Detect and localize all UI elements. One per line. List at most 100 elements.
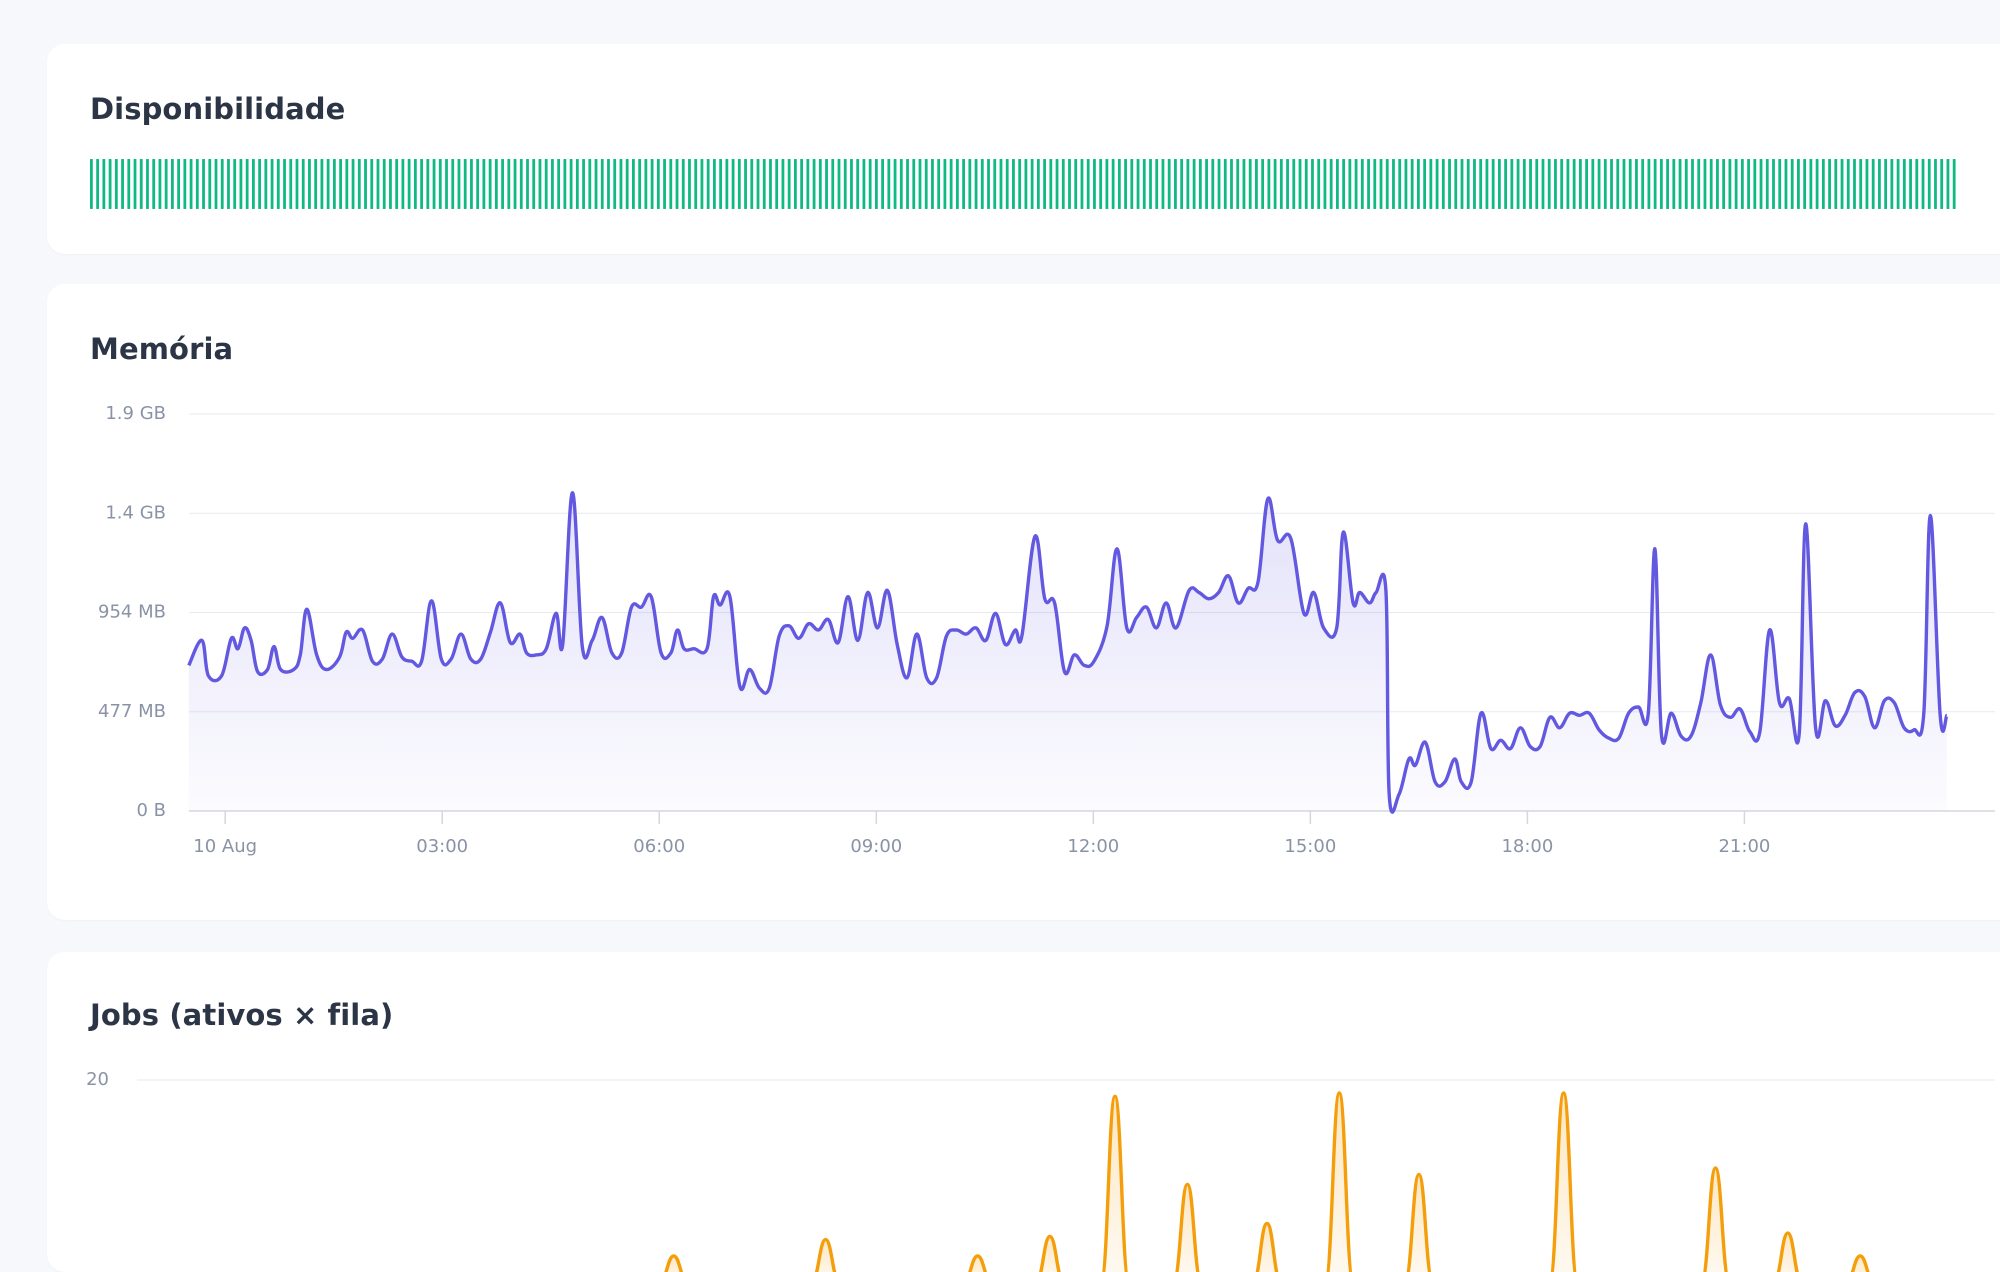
availability-bar: [377, 159, 380, 209]
availability-bar: [1361, 159, 1364, 209]
availability-bar: [383, 159, 386, 209]
availability-bar: [1037, 159, 1040, 209]
availability-bar: [439, 159, 442, 209]
availability-bar: [1697, 159, 1700, 209]
availability-bar: [277, 159, 280, 209]
availability-bar: [1211, 159, 1214, 209]
availability-bar: [364, 159, 367, 209]
availability-bar: [501, 159, 504, 209]
availability-bar: [1947, 159, 1950, 209]
availability-bar: [1704, 159, 1707, 209]
availability-bar: [1510, 159, 1513, 209]
availability-bar: [906, 159, 909, 209]
availability-bar: [1591, 159, 1594, 209]
availability-bar: [1629, 159, 1632, 209]
memory-card: Memória 0 B477 MB954 MB1.4 GB1.9 GB10 Au…: [47, 284, 2000, 920]
availability-bar: [121, 159, 124, 209]
availability-bar: [887, 159, 890, 209]
availability-bar: [1716, 159, 1719, 209]
availability-bar: [1585, 159, 1588, 209]
availability-bar: [1598, 159, 1601, 209]
availability-bar: [1866, 159, 1869, 209]
availability-bar: [402, 159, 405, 209]
availability-bar: [682, 159, 685, 209]
availability-bar: [1542, 159, 1545, 209]
availability-bar: [1429, 159, 1432, 209]
availability-bar: [140, 159, 143, 209]
availability-bar: [1292, 159, 1295, 209]
availability-bar: [1753, 159, 1756, 209]
availability-bar: [1672, 159, 1675, 209]
availability-bars: [47, 44, 2000, 254]
availability-bar: [1847, 159, 1850, 209]
availability-bar: [1274, 159, 1277, 209]
availability-bar: [1772, 159, 1775, 209]
availability-bar: [1025, 159, 1028, 209]
availability-bar: [794, 159, 797, 209]
availability-bar: [1062, 159, 1065, 209]
availability-bar: [1922, 159, 1925, 209]
availability-bar: [813, 159, 816, 209]
availability-bar: [1454, 159, 1457, 209]
availability-bar: [1392, 159, 1395, 209]
availability-bar: [1747, 159, 1750, 209]
availability-bar: [495, 159, 498, 209]
memory-x-tick-label: 12:00: [1067, 836, 1119, 857]
availability-bar: [1710, 159, 1713, 209]
availability-bar: [339, 159, 342, 209]
memory-y-tick-label: 477 MB: [98, 701, 166, 722]
availability-bar: [1081, 159, 1084, 209]
availability-bar: [102, 159, 105, 209]
availability-bar: [1529, 159, 1532, 209]
availability-bar: [1255, 159, 1258, 209]
availability-bar: [595, 159, 598, 209]
availability-bar: [240, 159, 243, 209]
availability-bar: [482, 159, 485, 209]
jobs-peak-area: [660, 1256, 688, 1272]
availability-bar: [701, 159, 704, 209]
memory-x-tick-label: 18:00: [1501, 836, 1553, 857]
availability-bar: [433, 159, 436, 209]
availability-bar: [127, 159, 130, 209]
memory-y-tick-label: 1.4 GB: [105, 502, 166, 523]
memory-x-tick-label: 10 Aug: [193, 836, 257, 857]
jobs-y-tick-label: 20: [86, 1069, 109, 1090]
availability-bar: [1193, 159, 1196, 209]
availability-bar: [651, 159, 654, 209]
availability-bar: [620, 159, 623, 209]
memory-y-tick-label: 0 B: [136, 800, 166, 821]
availability-bar: [919, 159, 922, 209]
availability-bar: [526, 159, 529, 209]
jobs-peak-area: [812, 1240, 840, 1272]
availability-bar: [931, 159, 934, 209]
availability-bar: [1523, 159, 1526, 209]
availability-bar: [1940, 159, 1943, 209]
availability-bar: [551, 159, 554, 209]
availability-bar: [1342, 159, 1345, 209]
availability-bar: [183, 159, 186, 209]
availability-bar: [1168, 159, 1171, 209]
availability-bar: [1012, 159, 1015, 209]
availability-bar: [314, 159, 317, 209]
availability-bar: [1056, 159, 1059, 209]
availability-bar: [1124, 159, 1127, 209]
availability-bar: [152, 159, 155, 209]
availability-bar: [1049, 159, 1052, 209]
availability-bar: [445, 159, 448, 209]
availability-bar: [1934, 159, 1937, 209]
memory-x-tick-label: 15:00: [1284, 836, 1336, 857]
availability-bar: [1473, 159, 1476, 209]
availability-bar: [900, 159, 903, 209]
availability-bar: [1243, 159, 1246, 209]
availability-bar: [252, 159, 255, 209]
availability-bar: [370, 159, 373, 209]
availability-bar: [981, 159, 984, 209]
availability-bar: [819, 159, 822, 209]
availability-bar: [96, 159, 99, 209]
availability-bar: [582, 159, 585, 209]
availability-bar: [451, 159, 454, 209]
availability-bar: [782, 159, 785, 209]
availability-bar: [420, 159, 423, 209]
availability-bar: [1623, 159, 1626, 209]
availability-bar: [975, 159, 978, 209]
